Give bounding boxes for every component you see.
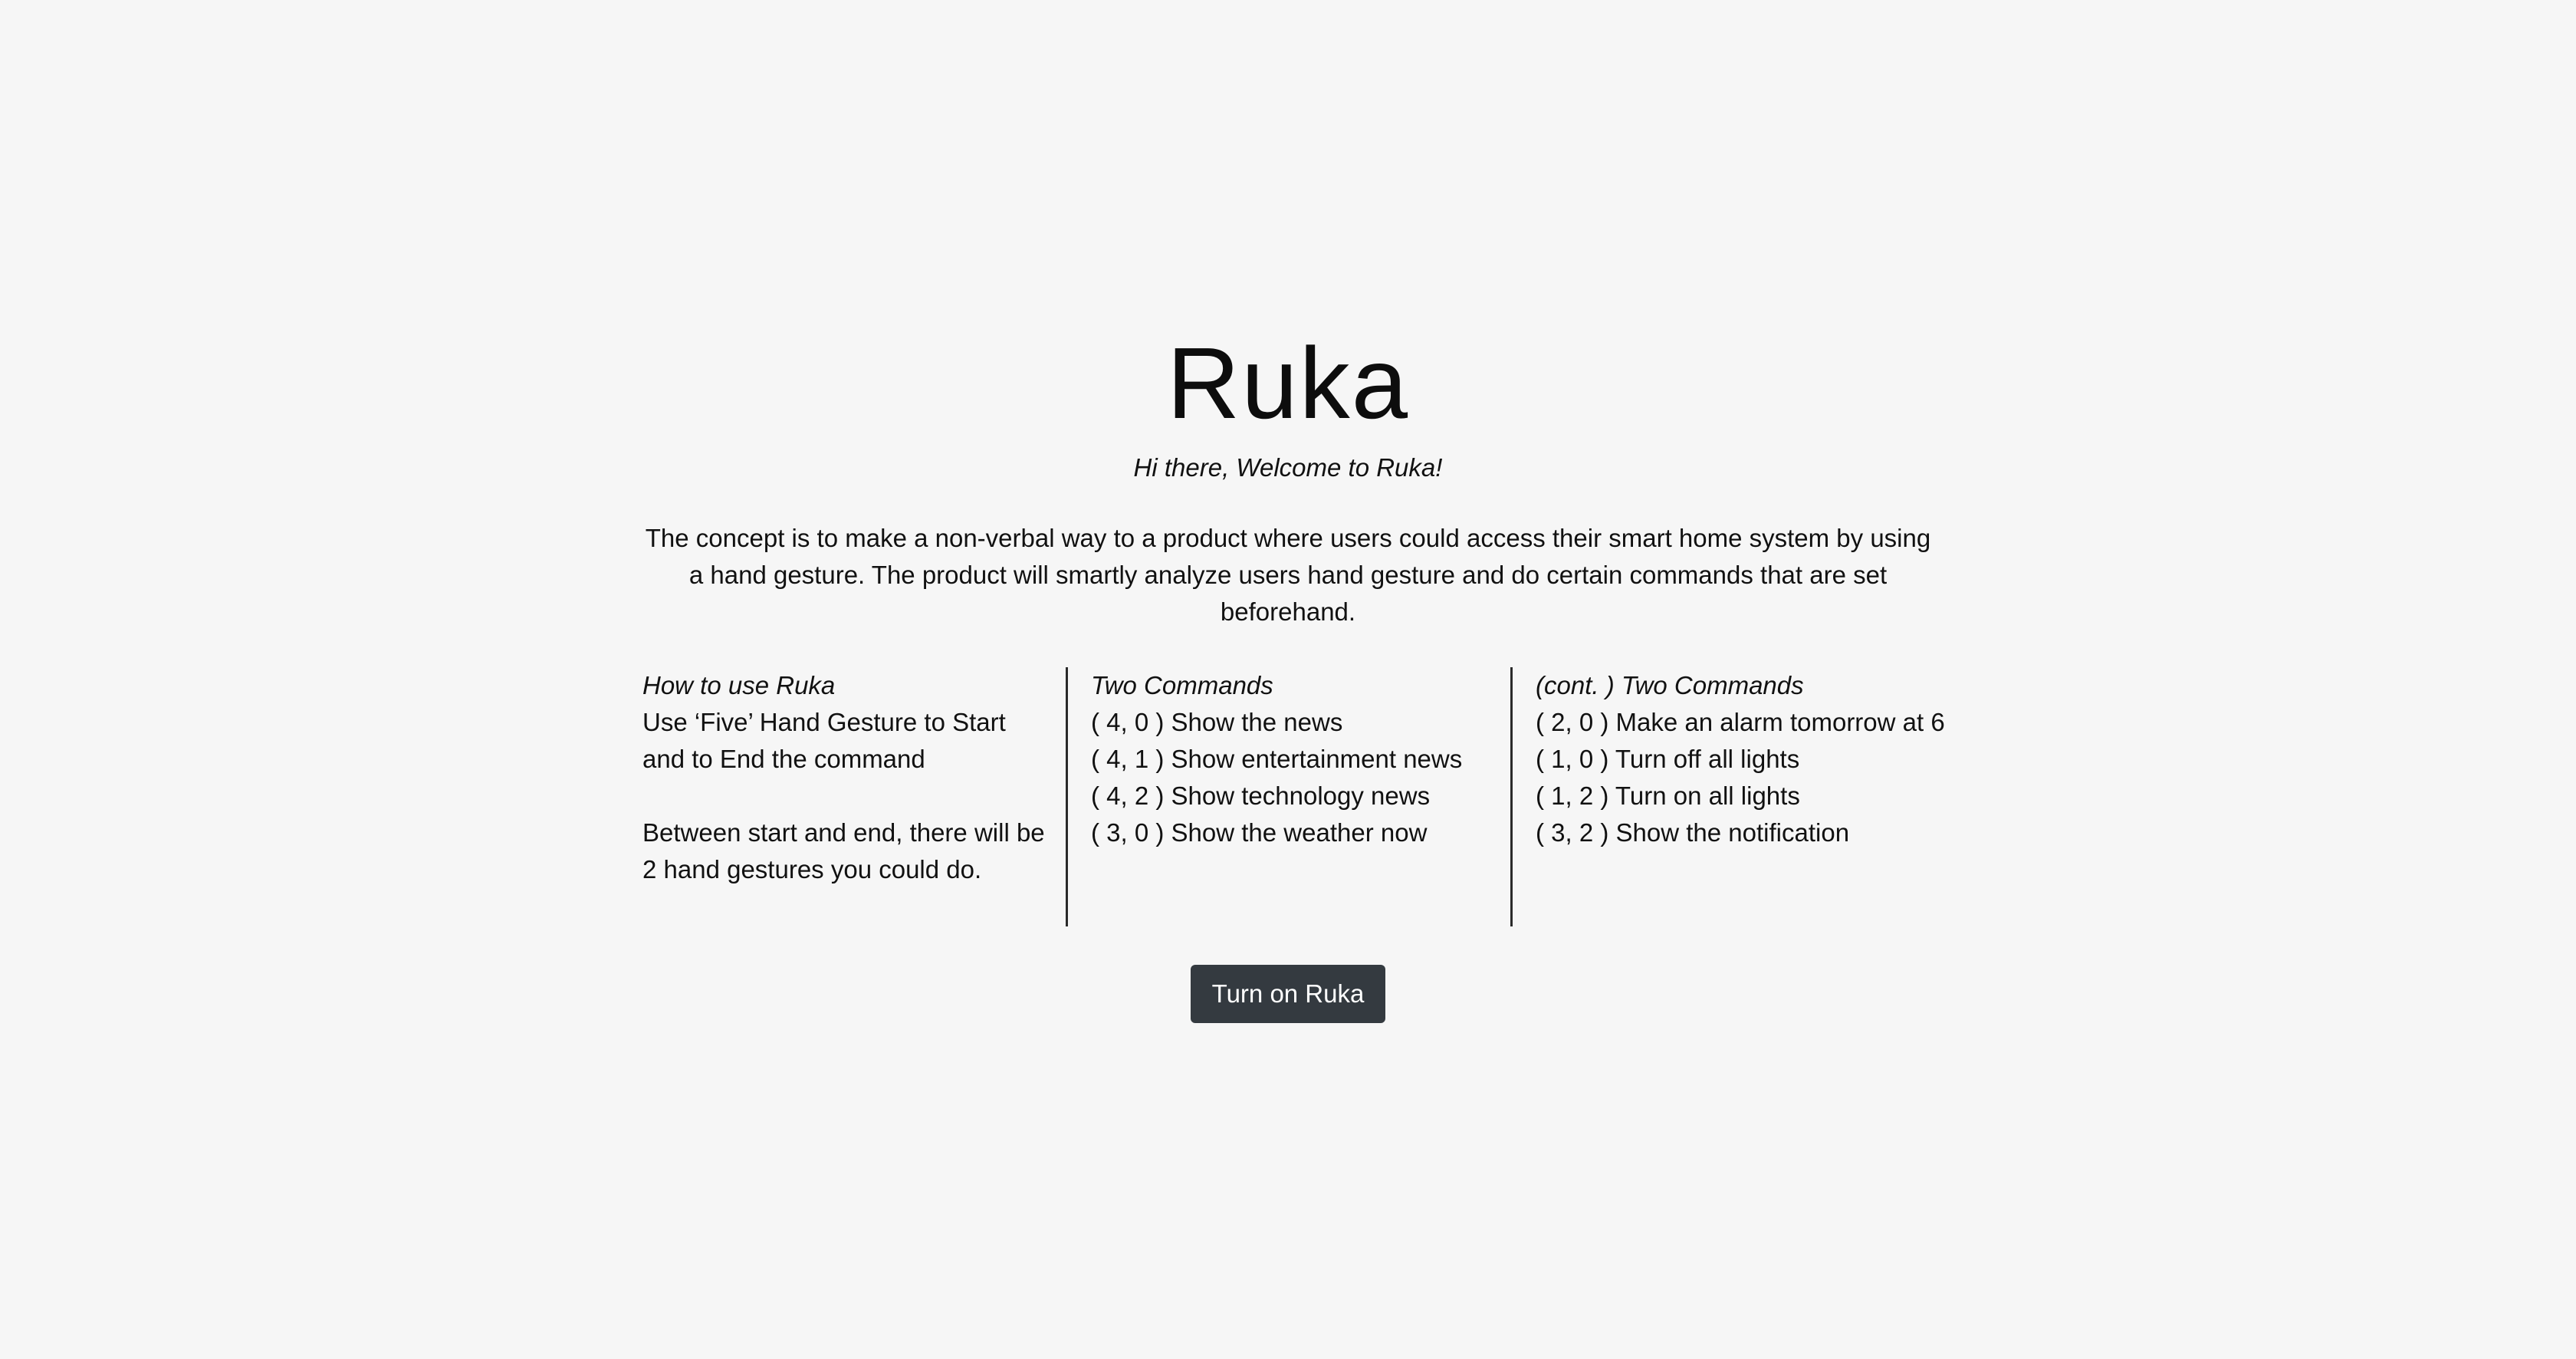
info-columns: How to use Ruka Use ‘Five’ Hand Gesture …	[642, 667, 1945, 926]
command-item: ( 2, 0 ) Make an alarm tomorrow at 6	[1536, 708, 1945, 736]
command-item: ( 4, 0 ) Show the news	[1091, 708, 1343, 736]
how-to-heading: How to use Ruka	[642, 671, 836, 699]
main-content: Ruka Hi there, Welcome to Ruka! The conc…	[642, 322, 1945, 1023]
concept-description: The concept is to make a non-verbal way …	[645, 524, 1931, 626]
how-to-column: How to use Ruka Use ‘Five’ Hand Gesture …	[642, 667, 1066, 926]
command-item: ( 3, 2 ) Show the notification	[1536, 818, 1850, 847]
commands-heading: Two Commands	[1091, 671, 1273, 699]
command-item: ( 4, 1 ) Show entertainment news	[1091, 745, 1463, 773]
how-to-paragraph: Between start and end, there will be 2 h…	[642, 818, 1045, 884]
command-item: ( 1, 2 ) Turn on all lights	[1536, 782, 1800, 810]
page: Ruka Hi there, Welcome to Ruka! The conc…	[0, 0, 2576, 1359]
commands-list: ( 4, 0 ) Show the news ( 4, 1 ) Show ent…	[1091, 704, 1510, 851]
commands-cont-heading: (cont. ) Two Commands	[1536, 671, 1804, 699]
command-item: ( 3, 0 ) Show the weather now	[1091, 818, 1428, 847]
command-item: ( 4, 2 ) Show technology news	[1091, 782, 1431, 810]
commands-cont-column: (cont. ) Two Commands ( 2, 0 ) Make an a…	[1510, 667, 1945, 926]
commands-cont-list: ( 2, 0 ) Make an alarm tomorrow at 6 ( 1…	[1536, 704, 1945, 851]
turn-on-ruka-button[interactable]: Turn on Ruka	[1190, 965, 1386, 1023]
welcome-subtitle: Hi there, Welcome to Ruka!	[1133, 453, 1443, 482]
page-title: Ruka	[1166, 327, 1410, 439]
how-to-paragraph: Use ‘Five’ Hand Gesture to Start and to …	[642, 708, 1006, 773]
button-container: Turn on Ruka	[642, 965, 1934, 1023]
command-item: ( 1, 0 ) Turn off all lights	[1536, 745, 1800, 773]
commands-column: Two Commands ( 4, 0 ) Show the news ( 4,…	[1066, 667, 1510, 926]
